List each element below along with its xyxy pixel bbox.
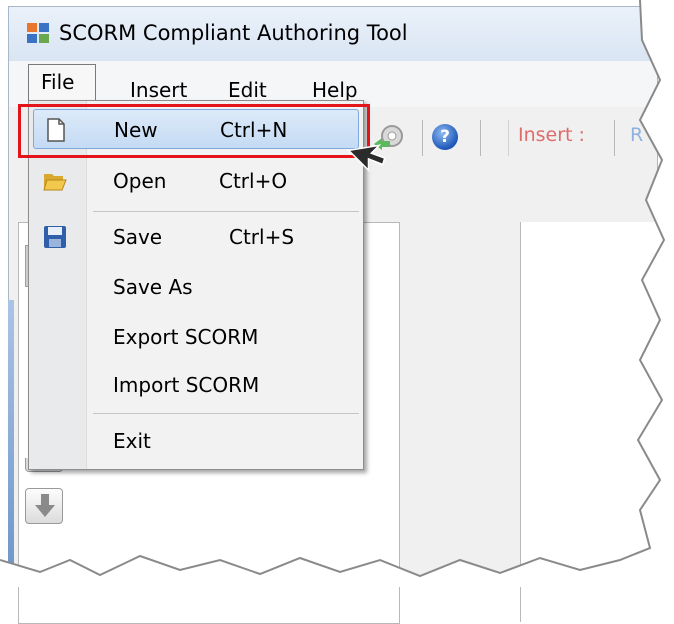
toolbar-insert-label: Insert :	[518, 124, 585, 146]
menu-item-open-shortcut: Ctrl+O	[219, 169, 288, 193]
menu-item-save-shortcut: Ctrl+S	[229, 225, 295, 249]
left-accent-strip	[8, 300, 14, 570]
down-arrow-icon	[35, 494, 55, 517]
menu-item-save-as-label: Save As	[113, 275, 193, 299]
toolbar-separator	[422, 120, 423, 156]
toolbar-trailing-label: R	[630, 124, 644, 146]
menu-insert[interactable]: Insert	[130, 78, 187, 102]
toolbar-grip	[508, 120, 509, 156]
menu-file[interactable]: File	[28, 64, 96, 100]
menu-item-open-label: Open	[113, 169, 167, 193]
mouse-cursor-icon	[347, 144, 386, 172]
menu-item-export-scorm[interactable]: Export SCORM	[33, 317, 359, 357]
save-disk-icon	[44, 226, 66, 248]
title-bar: SCORM Compliant Authoring Tool	[9, 7, 657, 61]
menu-item-import-scorm-label: Import SCORM	[113, 373, 260, 397]
menu-item-exit-label: Exit	[113, 429, 151, 453]
menu-file-label: File	[41, 70, 75, 94]
menu-edit[interactable]: Edit	[228, 78, 267, 102]
window-title: SCORM Compliant Authoring Tool	[59, 21, 408, 45]
content-panel-right	[520, 222, 674, 622]
menu-separator	[93, 413, 359, 414]
menu-help[interactable]: Help	[312, 78, 358, 102]
menu-item-exit[interactable]: Exit	[33, 421, 359, 461]
menu-item-save[interactable]: Save Ctrl+S	[33, 217, 359, 257]
menu-separator	[93, 211, 359, 212]
menu-item-export-scorm-label: Export SCORM	[113, 325, 259, 349]
toolbar-separator	[614, 120, 615, 156]
screenshot-frame: SCORM Compliant Authoring Tool File Inse…	[0, 0, 674, 624]
menu-item-save-label: Save	[113, 225, 163, 249]
open-folder-icon	[43, 174, 67, 191]
menu-item-save-as[interactable]: Save As	[33, 267, 359, 307]
menu-item-open[interactable]: Open Ctrl+O	[33, 161, 359, 201]
down-arrow-button[interactable]	[25, 488, 63, 524]
toolbar-separator	[480, 120, 481, 156]
red-highlight-annotation	[18, 104, 370, 158]
help-icon[interactable]: ?	[432, 124, 458, 150]
app-icon	[27, 23, 49, 43]
menu-item-import-scorm[interactable]: Import SCORM	[33, 365, 359, 405]
